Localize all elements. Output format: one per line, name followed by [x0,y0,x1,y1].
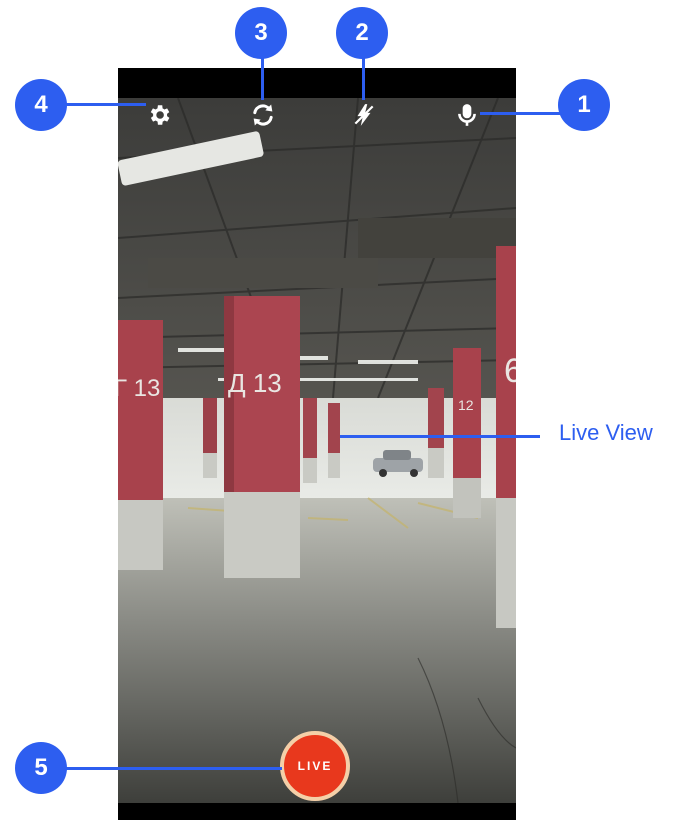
callout-number: 4 [34,91,48,118]
callout-badge-4: 4 [15,79,67,131]
callout-badge-2: 2 [336,7,388,59]
callout-badge-5: 5 [15,742,67,794]
callout-number: 2 [355,19,369,46]
live-view: Г 13 Д 13 12 6 [118,98,516,803]
parking-garage-scene: Г 13 Д 13 12 6 [118,98,516,803]
phone-screen: Г 13 Д 13 12 6 LIVE [118,68,516,820]
pillar-label: Д 13 [228,368,282,398]
pillar-label: 6 [504,352,516,390]
callout-line-1 [480,112,560,115]
microphone-icon [458,104,476,126]
callout-badge-1: 1 [558,79,610,131]
pillar-label: Г 13 [118,375,160,402]
callout-number: 1 [577,91,591,118]
callout-number: 3 [254,19,268,46]
settings-button[interactable] [142,98,176,132]
callout-line-2 [362,56,365,100]
callout-line-3 [261,56,264,100]
flash-toggle-button[interactable] [347,98,381,132]
camera-switch-icon [253,104,273,126]
callout-badge-3: 3 [235,7,287,59]
live-button-label: LIVE [297,759,333,773]
pillar-label: 12 [458,397,474,413]
callout-line-live-view [340,435,540,438]
flash-off-icon [354,104,374,126]
live-view-label: Live View [559,420,653,445]
live-button[interactable]: LIVE [280,731,350,801]
callout-line-5 [62,767,282,770]
gear-icon [150,105,170,125]
callout-number: 5 [34,754,48,781]
switch-camera-button[interactable] [246,98,280,132]
callout-line-4 [64,103,146,106]
microphone-button[interactable] [450,98,484,132]
